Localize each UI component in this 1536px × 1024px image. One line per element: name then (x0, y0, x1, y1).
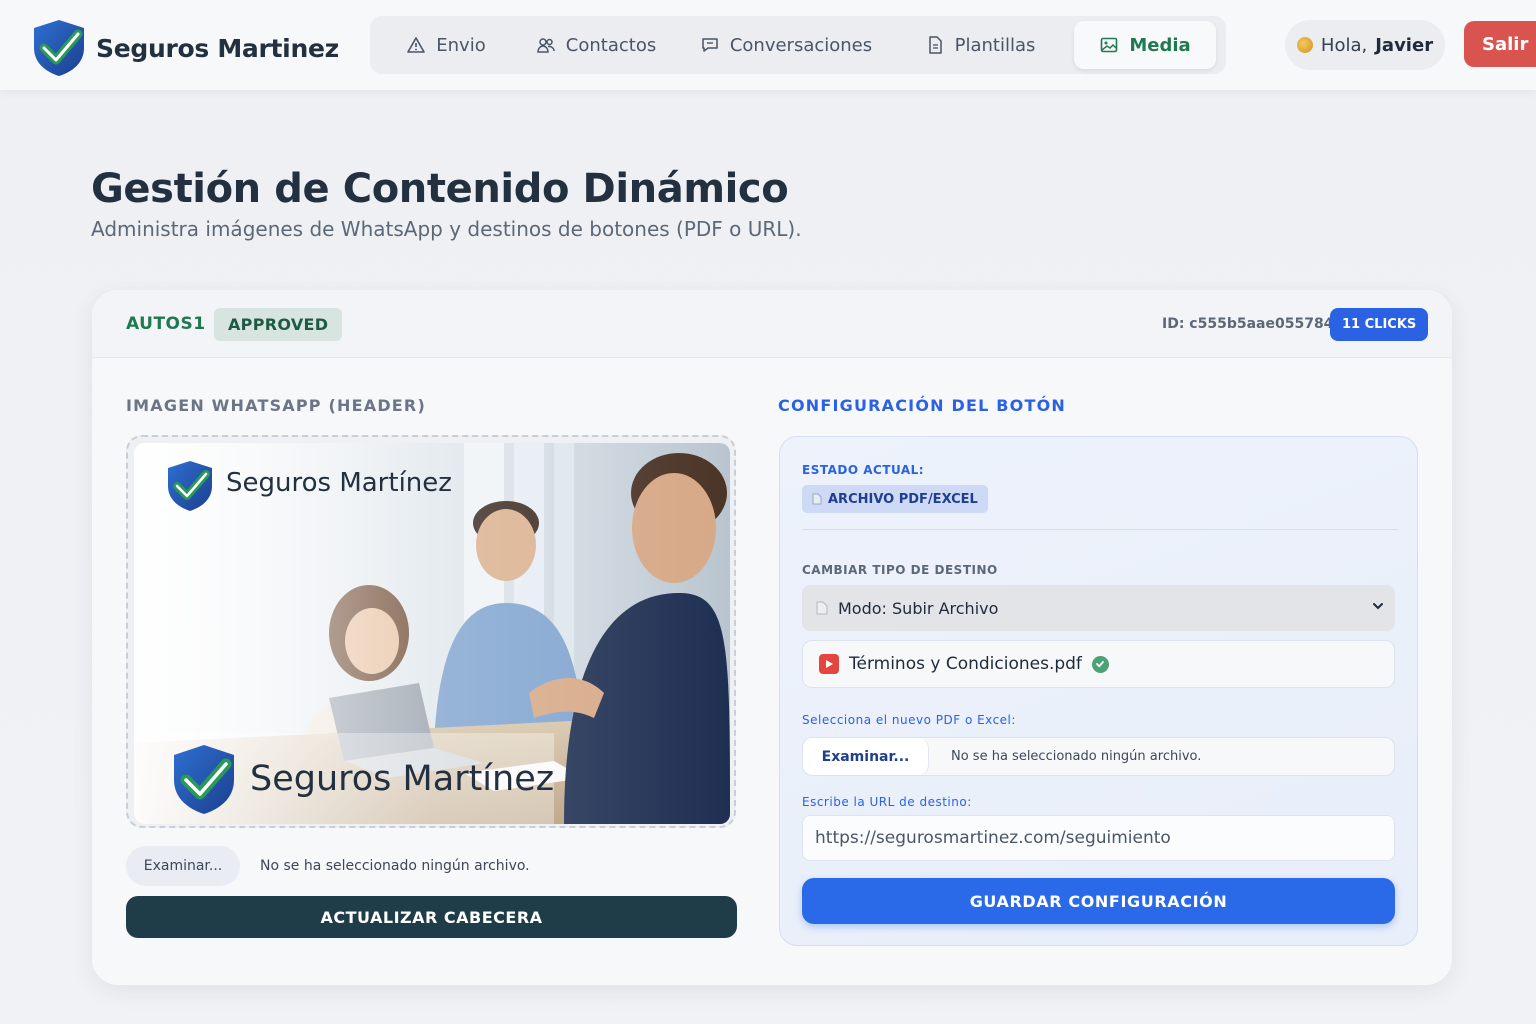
image-file-status: No se ha seleccionado ningún archivo. (260, 858, 530, 874)
shield-check-logo-icon (34, 20, 84, 76)
logout-button[interactable]: Salir (1464, 21, 1536, 67)
nav-item-label: Plantillas (954, 34, 1036, 56)
nav-item-envio[interactable]: Envio (376, 21, 516, 69)
template-name: AUTOS1 (126, 314, 206, 334)
pdf-icon (819, 654, 839, 674)
top-bar: Seguros Martinez Envio Contactos Convers… (0, 0, 1536, 90)
greeting-text: Hola, (1320, 34, 1368, 56)
logo-text-top: Seguros Martínez (226, 468, 452, 498)
destination-type-select[interactable]: Modo: Subir Archivo (802, 585, 1395, 631)
status-badge: APPROVED (214, 308, 343, 341)
main-nav: Envio Contactos Conversaciones Plantilla… (370, 16, 1226, 74)
file-icon (816, 601, 828, 615)
document-icon (928, 36, 942, 54)
url-label: Escribe la URL de destino: (802, 795, 972, 809)
button-config-panel: ESTADO ACTUAL: ARCHIVO PDF/EXCEL CAMBIAR… (779, 436, 1418, 946)
page-title: Gestión de Contenido Dinámico (91, 166, 789, 212)
check-circle-icon (1091, 655, 1109, 673)
image-icon (1101, 37, 1118, 53)
brand-name: Seguros Martinez (96, 33, 339, 63)
update-header-button[interactable]: ACTUALIZAR CABECERA (126, 896, 737, 938)
current-file-name: Términos y Condiciones.pdf (849, 654, 1082, 674)
clicks-badge: 11 CLICKS (1330, 308, 1429, 341)
users-icon (537, 38, 555, 53)
header-image-frame: Seguros Martínez Seguros Martínez (126, 435, 736, 828)
user-greeting: Hola, Javier (1285, 20, 1445, 70)
page-subtitle: Administra imágenes de WhatsApp y destin… (91, 217, 802, 241)
divider (802, 529, 1398, 530)
template-id: ID: c555b5aae0557840 (1162, 316, 1344, 332)
nav-item-plantillas[interactable]: Plantillas (896, 21, 1064, 69)
state-value: ARCHIVO PDF/EXCEL (828, 491, 978, 507)
logo-text-bottom: Seguros Martínez (250, 759, 554, 799)
file-pick-label: Selecciona el nuevo PDF o Excel: (802, 713, 1016, 727)
nav-item-label: Media (1129, 34, 1191, 56)
current-file-row: Términos y Condiciones.pdf (802, 640, 1395, 688)
file-picker: Examinar... No se ha seleccionado ningún… (802, 737, 1395, 776)
user-avatar-icon (1296, 37, 1313, 53)
change-type-label: CAMBIAR TIPO DE DESTINO (802, 563, 998, 577)
file-icon (812, 493, 822, 505)
select-value: Modo: Subir Archivo (838, 598, 999, 618)
file-browse-button[interactable]: Examinar... (803, 738, 929, 775)
nav-item-media[interactable]: Media (1074, 21, 1216, 69)
state-badge: ARCHIVO PDF/EXCEL (802, 485, 988, 513)
warning-triangle-icon (407, 37, 426, 53)
image-section-label: IMAGEN WHATSAPP (HEADER) (126, 396, 426, 415)
save-config-button[interactable]: GUARDAR CONFIGURACIÓN (802, 878, 1395, 924)
state-label: ESTADO ACTUAL: (802, 463, 925, 477)
destination-url-input[interactable] (802, 815, 1395, 861)
nav-item-contactos[interactable]: Contactos (516, 21, 676, 69)
nav-item-label: Conversaciones (729, 34, 873, 56)
nav-item-label: Contactos (565, 34, 657, 56)
card-header: AUTOS1 APPROVED ID: c555b5aae0557840 11 … (92, 290, 1452, 358)
brand[interactable]: Seguros Martinez (30, 18, 339, 78)
header-image-preview: Seguros Martínez Seguros Martínez (134, 443, 730, 824)
header-image-illustration: Seguros Martínez Seguros Martínez (134, 443, 730, 824)
user-name: Javier (1375, 34, 1434, 56)
file-pick-status: No se ha seleccionado ningún archivo. (951, 749, 1202, 764)
nav-item-label: Envio (436, 34, 486, 56)
template-card: AUTOS1 APPROVED ID: c555b5aae0557840 11 … (92, 290, 1452, 985)
nav-item-conversaciones[interactable]: Conversaciones (676, 21, 896, 69)
image-browse-button[interactable]: Examinar... (126, 846, 240, 886)
button-config-label: CONFIGURACIÓN DEL BOTÓN (778, 396, 1066, 415)
chat-bubble-icon (702, 38, 718, 52)
chevron-down-icon (1373, 603, 1383, 610)
